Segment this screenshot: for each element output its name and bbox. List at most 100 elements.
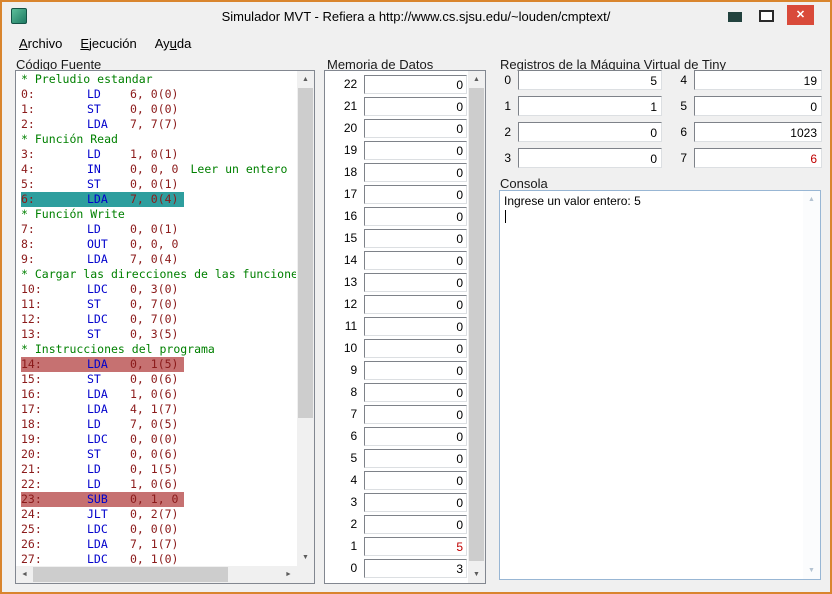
register-number: 2 bbox=[504, 125, 511, 139]
memory-row[interactable]: 22 0 bbox=[326, 73, 467, 95]
scroll-down-arrow-icon[interactable]: ▼ bbox=[297, 549, 314, 566]
scroll-down-arrow-icon[interactable]: ▼ bbox=[468, 566, 485, 583]
maximize-button[interactable] bbox=[759, 10, 774, 22]
instruction: 13: ST 0, 3(5) bbox=[21, 327, 178, 342]
scroll-up-arrow-icon[interactable]: ▲ bbox=[803, 191, 820, 208]
memory-row[interactable]: 16 0 bbox=[326, 205, 467, 227]
source-line[interactable]: 16: LDA 1, 0(6) bbox=[17, 387, 296, 402]
source-line[interactable]: 17: LDA 4, 1(7) bbox=[17, 402, 296, 417]
memory-row[interactable]: 40 bbox=[326, 469, 467, 491]
source-code-listbox[interactable]: * Preludio estandar 0: LD 6, 0(0) 1: ST 0, 0(0… bbox=[15, 70, 315, 584]
register-value[interactable]: 0 bbox=[694, 96, 822, 116]
source-hscroll-thumb[interactable] bbox=[33, 567, 228, 582]
source-line[interactable]: 10: LDC 0, 3(0) bbox=[17, 282, 296, 297]
source-line[interactable]: * Preludio estandar bbox=[17, 72, 296, 87]
memory-listbox[interactable]: 22 0 21 0 20 0 19 0 18 0 17 0 16 0 15 0 14 0 13 0 12 0 11 0 10 0 9… bbox=[324, 70, 486, 584]
console-vertical-scrollbar[interactable]: ▲ ▼ bbox=[803, 191, 820, 579]
source-line[interactable]: 6: LDA 7, 0(4) bbox=[17, 192, 296, 207]
register-value[interactable]: 5 bbox=[518, 70, 662, 90]
memory-row[interactable]: 17 0 bbox=[326, 183, 467, 205]
source-line[interactable]: 4: IN 0, 0, 0 Leer un entero bbox=[17, 162, 296, 177]
source-line[interactable]: 27: LDC 0, 1(0) bbox=[17, 552, 296, 565]
source-line[interactable]: 3: LD 1, 0(1) bbox=[17, 147, 296, 162]
scroll-right-arrow-icon[interactable]: ► bbox=[280, 566, 297, 583]
source-line[interactable]: 15: ST 0, 0(6) bbox=[17, 372, 296, 387]
source-line[interactable]: 12: LDC 0, 7(0) bbox=[17, 312, 296, 327]
source-line[interactable]: 13: ST 0, 3(5) bbox=[17, 327, 296, 342]
register-value[interactable]: 0 bbox=[518, 148, 662, 168]
source-line[interactable]: 25: LDC 0, 0(0) bbox=[17, 522, 296, 537]
scroll-up-arrow-icon[interactable]: ▲ bbox=[468, 71, 485, 88]
memory-row[interactable]: 60 bbox=[326, 425, 467, 447]
source-line[interactable]: 20: ST 0, 0(6) bbox=[17, 447, 296, 462]
memory-row[interactable]: 20 bbox=[326, 513, 467, 535]
titlebar[interactable]: Simulador MVT - Refiera a http://www.cs.… bbox=[2, 2, 830, 30]
register-value[interactable]: 19 bbox=[694, 70, 822, 90]
source-line[interactable]: 9: LDA 7, 0(4) bbox=[17, 252, 296, 267]
memory-vscroll-thumb[interactable] bbox=[469, 88, 484, 561]
source-horizontal-scrollbar[interactable]: ◄ ► bbox=[16, 566, 297, 583]
memory-row[interactable]: 80 bbox=[326, 381, 467, 403]
scroll-up-arrow-icon[interactable]: ▲ bbox=[297, 71, 314, 88]
source-line[interactable]: 26: LDA 7, 1(7) bbox=[17, 537, 296, 552]
memory-row[interactable]: 15 bbox=[326, 535, 467, 557]
memory-row[interactable]: 70 bbox=[326, 403, 467, 425]
memory-row[interactable]: 30 bbox=[326, 491, 467, 513]
menu-item-ayuda[interactable]: Ayuda bbox=[146, 32, 201, 55]
console-textbox[interactable]: Ingrese un valor entero: 5 ▲ ▼ bbox=[499, 190, 821, 580]
memory-row[interactable]: 11 0 bbox=[326, 315, 467, 337]
source-vscroll-thumb[interactable] bbox=[298, 88, 313, 418]
source-line[interactable]: 1: ST 0, 0(0) bbox=[17, 102, 296, 117]
menu-item-ejecucion[interactable]: Ejecución bbox=[71, 32, 145, 55]
memory-row[interactable]: 03 bbox=[326, 557, 467, 579]
line-address: 1: bbox=[21, 102, 35, 116]
source-line[interactable]: * Cargar las direcciones de las funcione bbox=[17, 267, 296, 282]
memory-row[interactable]: 20 0 bbox=[326, 117, 467, 139]
memory-row[interactable]: 12 0 bbox=[326, 293, 467, 315]
register-value[interactable]: 0 bbox=[518, 122, 662, 142]
source-line[interactable]: 2: LDA 7, 7(7) bbox=[17, 117, 296, 132]
memory-row[interactable]: 21 0 bbox=[326, 95, 467, 117]
minimize-button[interactable] bbox=[728, 12, 742, 22]
register-value[interactable]: 6 bbox=[694, 148, 822, 168]
source-line[interactable]: * Función Write bbox=[17, 207, 296, 222]
close-button[interactable]: ✕ bbox=[787, 5, 814, 25]
source-line[interactable]: 7: LD 0, 0(1) bbox=[17, 222, 296, 237]
memory-vertical-scrollbar[interactable]: ▲ ▼ bbox=[468, 71, 485, 583]
memory-content: 22 0 21 0 20 0 19 0 18 0 17 0 16 0 15 0 14 0 13 0 12 0 11 0 10 0 9… bbox=[326, 73, 467, 582]
memory-address: 18 bbox=[343, 165, 358, 179]
source-line[interactable]: 0: LD 6, 0(0) bbox=[17, 87, 296, 102]
memory-row[interactable]: 14 0 bbox=[326, 249, 467, 271]
source-line[interactable]: 5: ST 0, 0(1) bbox=[17, 177, 296, 192]
register-number: 4 bbox=[680, 73, 687, 87]
source-line[interactable]: 24: JLT 0, 2(7) bbox=[17, 507, 296, 522]
source-line[interactable]: * Instrucciones del programa bbox=[17, 342, 296, 357]
menu-item-archivo[interactable]: Archivo bbox=[10, 32, 71, 55]
scroll-left-arrow-icon[interactable]: ◄ bbox=[16, 566, 33, 583]
source-line[interactable]: * Función Read bbox=[17, 132, 296, 147]
register-value[interactable]: 1 bbox=[518, 96, 662, 116]
memory-row[interactable]: 13 0 bbox=[326, 271, 467, 293]
source-line[interactable]: 8: OUT 0, 0, 0 bbox=[17, 237, 296, 252]
line-address: 27: bbox=[21, 552, 42, 565]
source-line[interactable]: 11: ST 0, 7(0) bbox=[17, 297, 296, 312]
source-line[interactable]: 22: LD 1, 0(6) bbox=[17, 477, 296, 492]
line-address: 8: bbox=[21, 237, 35, 251]
scroll-down-arrow-icon[interactable]: ▼ bbox=[803, 562, 820, 579]
memory-row[interactable]: 19 0 bbox=[326, 139, 467, 161]
memory-row[interactable]: 90 bbox=[326, 359, 467, 381]
memory-row[interactable]: 50 bbox=[326, 447, 467, 469]
memory-address: 0 bbox=[350, 561, 358, 575]
operands: 0, 0(0) bbox=[130, 432, 179, 446]
register-value[interactable]: 1023 bbox=[694, 122, 822, 142]
source-line[interactable]: 21: LD 0, 1(5) bbox=[17, 462, 296, 477]
memory-row[interactable]: 18 0 bbox=[326, 161, 467, 183]
source-line[interactable]: 19: LDC 0, 0(0) bbox=[17, 432, 296, 447]
source-line[interactable]: 18: LD 7, 0(5) bbox=[17, 417, 296, 432]
source-line[interactable]: 14: LDA 0, 1(5) bbox=[17, 357, 296, 372]
source-vertical-scrollbar[interactable]: ▲ ▼ bbox=[297, 71, 314, 566]
memory-row[interactable]: 15 0 bbox=[326, 227, 467, 249]
memory-row[interactable]: 10 0 bbox=[326, 337, 467, 359]
source-line[interactable]: 23: SUB 0, 1, 0 bbox=[17, 492, 296, 507]
opcode: LDC bbox=[87, 432, 108, 446]
